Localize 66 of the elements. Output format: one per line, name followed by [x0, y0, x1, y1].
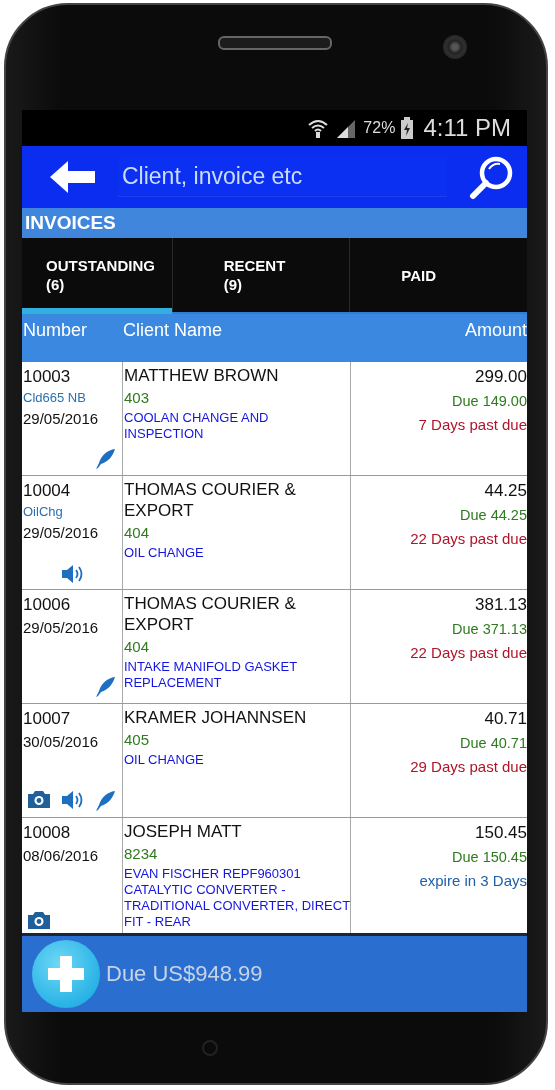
total-due: Due US$948.99 — [106, 961, 263, 987]
speaker-icon[interactable] — [60, 563, 84, 585]
invoice-amount: 299.00 — [475, 366, 527, 388]
invoice-note: Cld665 NB — [23, 389, 87, 407]
amount-due: Due 44.25 — [460, 506, 527, 525]
invoice-row[interactable]: 10004 OilChg 29/05/2016 THOMAS COURIER & EXPORT 404 OIL CHANGE 44.25 Due 44.25 22 Days past due — [22, 476, 527, 590]
battery-percent: 72% — [363, 119, 396, 137]
column-header: Number — [22, 320, 89, 341]
due-status: expire in 3 Days — [419, 871, 527, 891]
camera-icon[interactable] — [27, 789, 52, 809]
invoice-row[interactable]: 10007 30/05/2016 KRAMER JOHANNSEN 405 OIL CHANGE 40.71 Due 40.71 29 Days past due — [22, 704, 527, 818]
client-code: 403 — [124, 388, 151, 408]
signal-icon — [335, 118, 358, 138]
invoice-date: 08/06/2016 — [23, 846, 100, 866]
amount-due: Due 40.71 — [460, 734, 527, 753]
amount-due: Due 371.13 — [452, 620, 527, 639]
job-description: INTAKE MANIFOLD GASKET REPLACEMENT — [124, 659, 298, 691]
client-name: THOMAS COURIER & EXPORT — [124, 593, 297, 635]
column-header: Client Name — [122, 320, 224, 341]
invoice-note: OilChg — [23, 503, 64, 521]
job-description: OIL CHANGE — [124, 752, 205, 768]
invoice-row[interactable]: 10006 29/05/2016 THOMAS COURIER & EXPORT 404 INTAKE MANIFOLD GASKET REPLACEMENT 381.13 Due 371.13 22 Days past due — [22, 590, 527, 704]
tab[interactable]: PAID — [349, 238, 527, 314]
invoice-amount: 150.45 — [475, 822, 527, 844]
client-code: 404 — [124, 523, 151, 543]
search-icon[interactable] — [469, 154, 515, 200]
due-status: 29 Days past due — [410, 757, 527, 777]
client-name: MATTHEW BROWN — [124, 365, 280, 386]
tab[interactable]: RECENT (9) — [171, 238, 350, 314]
due-status: 22 Days past due — [410, 529, 527, 549]
due-status: 22 Days past due — [410, 643, 527, 663]
invoice-number: 10008 — [23, 822, 72, 844]
invoice-number: 10006 — [23, 594, 72, 616]
invoice-number: 10007 — [23, 708, 72, 730]
client-name: KRAMER JOHANNSEN — [124, 707, 308, 728]
client-code: 404 — [124, 637, 151, 657]
client-code: 405 — [124, 730, 151, 750]
invoice-number: 10003 — [23, 366, 72, 388]
invoice-date: 30/05/2016 — [23, 732, 100, 752]
section-title: INVOICES — [22, 208, 527, 238]
column-header: Amount — [463, 320, 527, 341]
invoice-date: 29/05/2016 — [23, 618, 100, 638]
invoice-amount: 381.13 — [475, 594, 527, 616]
job-description: OIL CHANGE — [124, 545, 205, 561]
client-name: THOMAS COURIER & EXPORT — [124, 479, 297, 521]
invoice-amount: 40.71 — [484, 708, 527, 730]
invoice-date: 29/05/2016 — [23, 523, 100, 543]
front-camera — [443, 35, 467, 59]
client-name: JOSEPH MATT — [124, 821, 243, 842]
invoice-number: 10004 — [23, 480, 72, 502]
amount-due: Due 149.00 — [452, 392, 527, 411]
job-description: COOLAN CHANGE AND INSPECTION — [124, 410, 270, 442]
client-code: 8234 — [124, 844, 159, 864]
camera-icon[interactable] — [27, 910, 52, 930]
amount-due: Due 150.45 — [452, 848, 527, 867]
clock-time: 4:11 PM — [423, 114, 511, 142]
battery-charging-icon — [401, 117, 414, 139]
invoice-row[interactable]: 10003 Cld665 NB 29/05/2016 MATTHEW BROWN 403 COOLAN CHANGE AND INSPECTION 299.00 Due 149.00 7 Days past due — [22, 362, 527, 476]
plus-icon — [46, 954, 86, 994]
due-status: 7 Days past due — [418, 415, 527, 435]
invoice-amount: 44.25 — [484, 480, 527, 502]
wifi-icon — [307, 117, 330, 139]
back-arrow-icon[interactable] — [50, 160, 96, 194]
invoice-date: 29/05/2016 — [23, 409, 100, 429]
speaker-icon[interactable] — [60, 789, 84, 811]
job-description: EVAN FISCHER REPF960301 CATALYTIC CONVERTER - TRADITIONAL CONVERTER, DIRECT FIT - REAR — [124, 866, 350, 930]
